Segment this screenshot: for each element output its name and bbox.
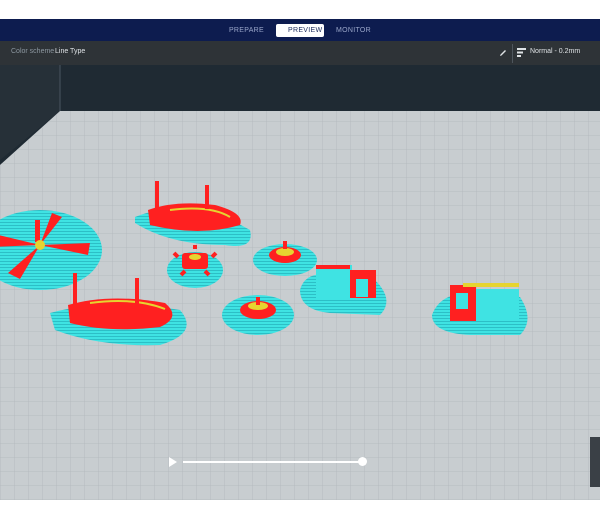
tab-prepare[interactable]: PREPARE	[217, 24, 276, 37]
scene	[0, 65, 600, 500]
3d-viewport[interactable]	[0, 65, 600, 500]
toolbar-divider	[512, 44, 513, 63]
view-toolbar: Color scheme Line Type Normal - 0.2mm	[0, 41, 600, 66]
top-margin	[0, 0, 600, 19]
print-settings-icon[interactable]	[517, 48, 526, 57]
print-profile-button[interactable]: Normal - 0.2mm	[530, 48, 580, 55]
play-icon[interactable]	[169, 457, 177, 467]
simulation-bar	[165, 454, 375, 470]
color-scheme-label: Color scheme	[11, 48, 55, 55]
pencil-icon[interactable]	[497, 47, 509, 59]
layer-slider-handle[interactable]	[590, 437, 600, 487]
simulation-track[interactable]	[183, 461, 363, 463]
color-scheme-select[interactable]: Line Type	[55, 48, 85, 55]
model-wheel-bottom	[222, 295, 294, 335]
stage-menu: PREPARE PREVIEW MONITOR	[0, 19, 600, 41]
tab-preview[interactable]: PREVIEW	[276, 23, 324, 37]
tab-monitor[interactable]: MONITOR	[324, 24, 383, 37]
simulation-handle[interactable]	[358, 457, 367, 466]
